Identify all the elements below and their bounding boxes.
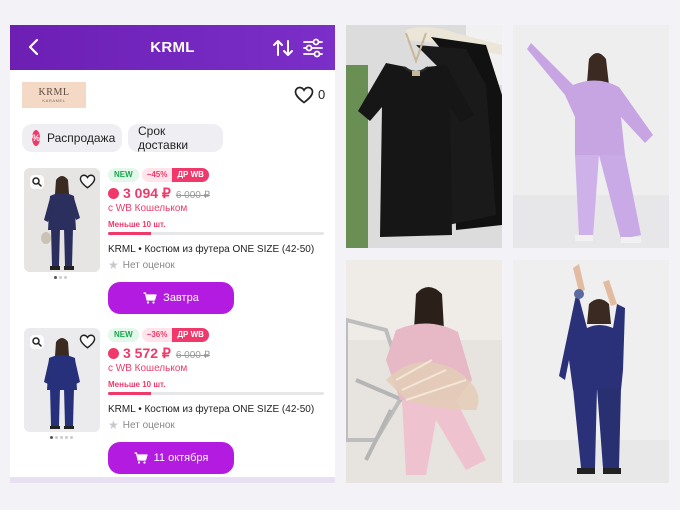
filter-sliders-icon[interactable] xyxy=(302,37,324,59)
app-screen: KRML KRML KARAMEL 0 % Распродажа Срок до… xyxy=(10,25,335,483)
chip-sale-label: Распродажа xyxy=(47,131,116,145)
favorites-count: 0 xyxy=(318,87,326,102)
top-bar: KRML xyxy=(10,25,335,70)
percent-icon: % xyxy=(32,130,41,146)
brand-row: KRML KARAMEL 0 xyxy=(10,70,335,118)
photo-pink-suit-chair xyxy=(346,260,502,483)
photo-navy-suit xyxy=(513,260,669,483)
screenshot: KRML KRML KARAMEL 0 % Распродажа Срок до… xyxy=(0,0,680,510)
filter-chips: % Распродажа Срок доставки xyxy=(10,118,335,158)
sort-arrows-icon[interactable] xyxy=(272,37,294,59)
chip-sale[interactable]: % Распродажа xyxy=(22,124,122,152)
chip-delivery-time[interactable]: Срок доставки xyxy=(128,124,223,152)
next-card-edge xyxy=(10,477,335,483)
brand-logo[interactable]: KRML KARAMEL xyxy=(22,82,86,108)
brand-logo-text: KRML xyxy=(38,87,70,98)
photo-sweatshirts-on-hangers xyxy=(346,25,502,248)
photo-lilac-suit xyxy=(513,25,669,248)
brand-logo-subtext: KARAMEL xyxy=(42,98,66,103)
chip-delivery-label: Срок доставки xyxy=(138,124,189,152)
heart-icon[interactable] xyxy=(294,86,314,104)
